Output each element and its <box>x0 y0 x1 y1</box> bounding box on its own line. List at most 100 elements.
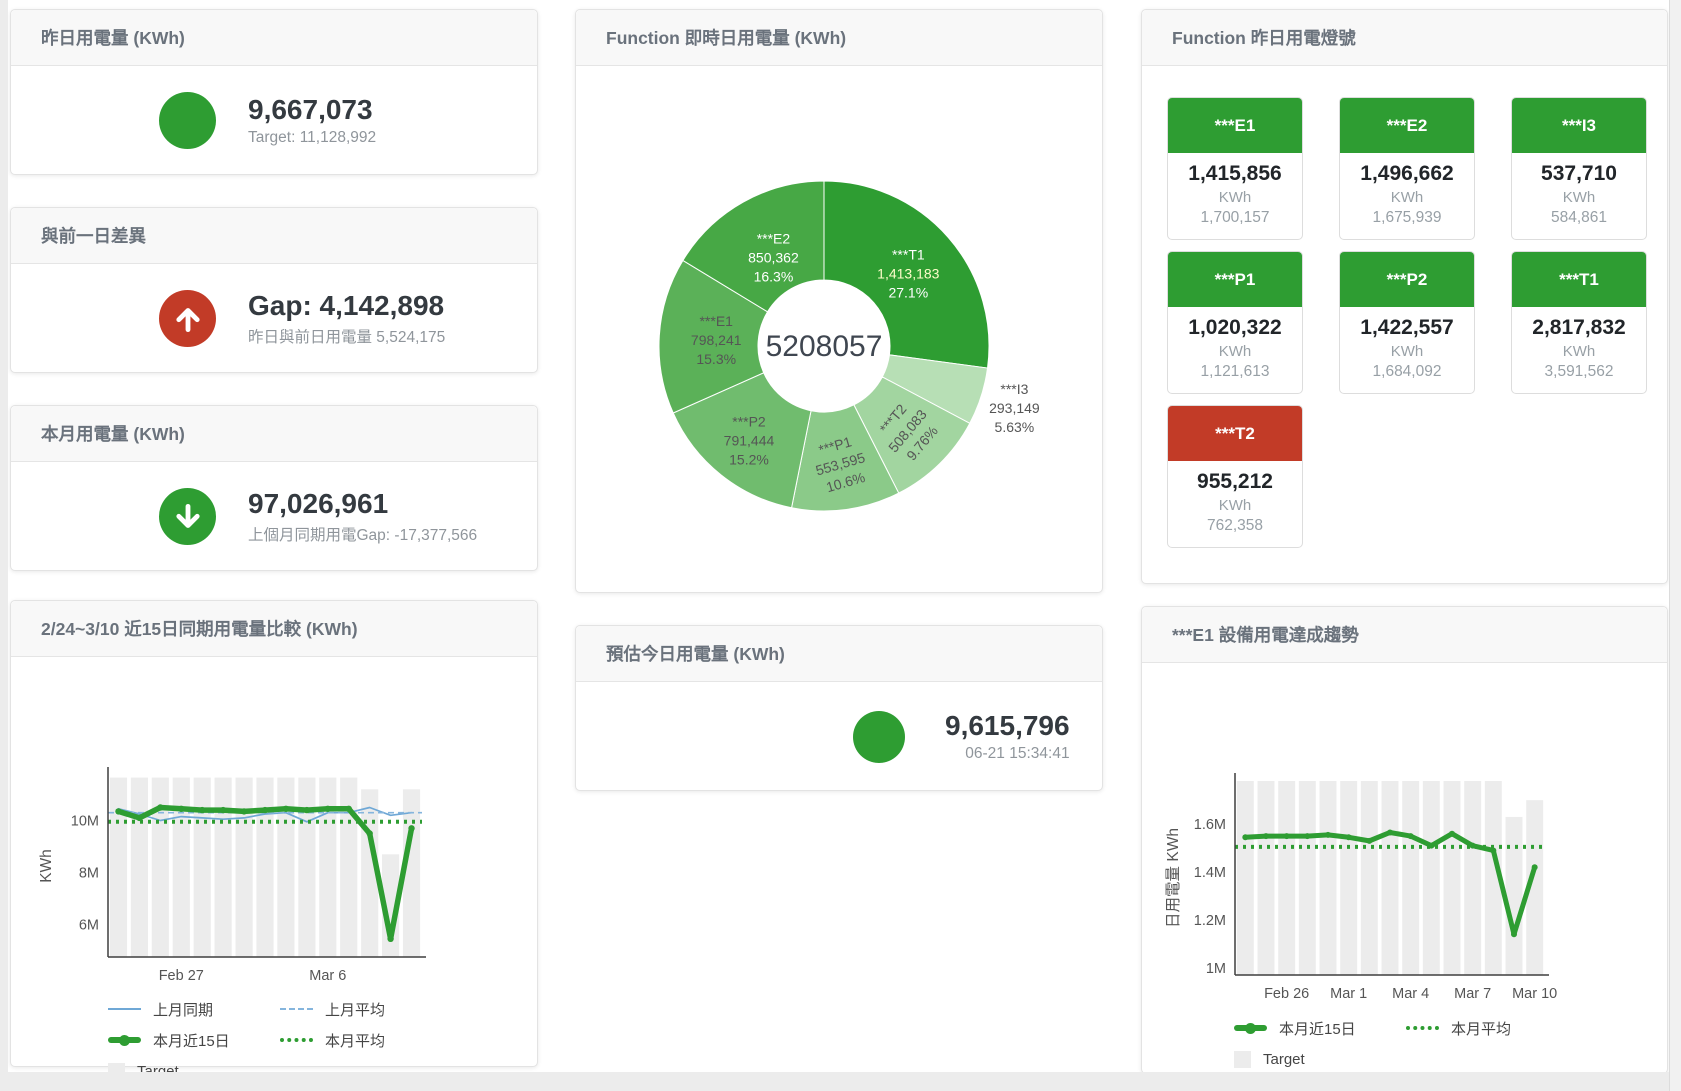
card-gap-previous-day: 與前一日差異 Gap: 4,142,898 昨日與前日用電量 5,524,175 <box>10 207 538 373</box>
series-point <box>1346 834 1352 840</box>
card-title: 本月用電量 (KWh) <box>11 406 537 462</box>
x-tick-label: Mar 7 <box>1454 986 1491 1002</box>
legend-item[interactable]: 本月平均 <box>1406 1016 1578 1040</box>
dashboard-page: 昨日用電量 (KWh) 9,667,073 Target: 11,128,992… <box>0 0 1681 1091</box>
card-title: 預估今日用電量 (KWh) <box>576 626 1102 682</box>
tile-value: 1,020,322 <box>1172 316 1298 340</box>
tile-label: ***P2 <box>1340 252 1474 307</box>
card-title-text: Function 即時日用電量 (KWh) <box>606 25 846 50</box>
series-point <box>220 807 226 813</box>
legend-swatch <box>108 1037 141 1043</box>
target-bar <box>256 778 273 957</box>
kpi-subtitle: 昨日與前日用電量 5,524,175 <box>248 325 445 347</box>
target-bar <box>1423 781 1440 975</box>
card-title-text: 昨日用電量 (KWh) <box>41 25 185 50</box>
target-bar <box>215 778 232 957</box>
card-title: ***E1 設備用電達成趨勢 <box>1142 607 1667 663</box>
tile-body: 2,817,832KWh3,591,562 <box>1512 307 1646 393</box>
donut-center-total: 5208057 <box>766 330 883 363</box>
series-point <box>1408 833 1414 839</box>
legend-swatch <box>280 1008 313 1010</box>
x-tick-label: Feb 26 <box>1264 986 1309 1002</box>
card-title: Function 即時日用電量 (KWh) <box>576 10 1102 66</box>
legend-label: 本月近15日 <box>153 1030 230 1051</box>
target-bar <box>1361 781 1378 975</box>
target-bar <box>1258 781 1275 975</box>
tile-target: 584,861 <box>1516 209 1642 227</box>
status-circle-icon <box>159 92 216 149</box>
y-tick-label: 8M <box>79 866 99 882</box>
x-tick-label: Mar 4 <box>1392 986 1429 1002</box>
target-bar <box>277 778 294 957</box>
arrow-up-icon <box>159 290 216 347</box>
series-point <box>1366 838 1372 844</box>
card-yesterday-usage: 昨日用電量 (KWh) 9,667,073 Target: 11,128,992 <box>10 9 538 175</box>
card-status-lights: Function 昨日用電燈號 ***E11,415,856KWh1,700,1… <box>1141 9 1668 584</box>
target-bar <box>173 778 190 957</box>
light-tile: ***P11,020,322KWh1,121,613 <box>1167 251 1303 394</box>
tile-label: ***I3 <box>1512 98 1646 153</box>
legend-label: 上月同期 <box>153 999 213 1020</box>
legend-label: 本月平均 <box>1451 1018 1511 1039</box>
kpi-timestamp: 06-21 15:34:41 <box>945 745 1070 763</box>
status-circle-icon <box>853 711 905 763</box>
kpi-subtitle: 上個月同期用電Gap: -17,377,566 <box>248 523 477 545</box>
kpi-value: 9,667,073 <box>248 94 376 126</box>
y-axis-label: 日用電量 KWh <box>1165 828 1182 928</box>
window-edge-bottom <box>0 1072 1681 1091</box>
target-bar <box>298 778 315 957</box>
series-point <box>1304 833 1310 839</box>
card-month-usage: 本月用電量 (KWh) 97,026,961 上個月同期用電Gap: -17,3… <box>10 405 538 571</box>
legend-label: 上月平均 <box>325 999 385 1020</box>
y-tick-label: 6M <box>79 918 99 934</box>
kpi-block: Gap: 4,142,898 昨日與前日用電量 5,524,175 <box>248 290 445 347</box>
trend-chart-legend: 本月近15日 本月平均 Target <box>1234 1016 1667 1071</box>
legend-item[interactable]: 上月同期 <box>108 997 280 1021</box>
tile-label: ***E1 <box>1168 98 1302 153</box>
legend-item[interactable]: 本月近15日 <box>1234 1016 1406 1040</box>
comparison-chart-legend: 上月同期上月平均本月近15日本月平均Target <box>108 997 537 1083</box>
target-bar <box>1506 817 1523 975</box>
target-bar <box>131 778 148 957</box>
card-title: 2/24~3/10 近15日同期用電量比較 (KWh) <box>11 601 537 657</box>
card-title-text: ***E1 設備用電達成趨勢 <box>1172 622 1359 647</box>
card-title-text: 本月用電量 (KWh) <box>41 421 185 446</box>
tile-label: ***T1 <box>1512 252 1646 307</box>
series-point <box>199 807 205 813</box>
series-point <box>262 807 268 813</box>
tile-target: 3,591,562 <box>1516 363 1642 381</box>
series-point <box>366 830 372 836</box>
target-bar <box>110 778 127 957</box>
y-tick-label: 10M <box>71 814 99 830</box>
donut-chart-canvas: ***T11,413,18327.1%***I3293,1495.63%***T… <box>576 66 1084 536</box>
legend-item[interactable]: 本月平均 <box>280 1028 452 1052</box>
series-point <box>115 808 121 814</box>
target-bar <box>1382 781 1399 975</box>
tile-body: 955,212KWh762,358 <box>1168 461 1302 547</box>
card-realtime-donut: Function 即時日用電量 (KWh) ***T11,413,18327.1… <box>575 9 1103 593</box>
legend-item[interactable]: 本月近15日 <box>108 1028 280 1052</box>
legend-item[interactable]: Target <box>1234 1047 1406 1071</box>
tile-label: ***P1 <box>1168 252 1302 307</box>
series-point <box>1284 833 1290 839</box>
scrollbar[interactable] <box>1669 0 1681 1091</box>
legend-label: 本月平均 <box>325 1030 385 1051</box>
card-title-text: 預估今日用電量 (KWh) <box>606 641 785 666</box>
tile-target: 1,684,092 <box>1344 363 1470 381</box>
series-point <box>1511 931 1517 937</box>
tile-body: 1,422,557 KWh 1,684,092 <box>1340 307 1474 393</box>
legend-swatch <box>1234 1025 1267 1031</box>
y-tick-label: 1.4M <box>1194 865 1226 881</box>
target-bar <box>235 778 252 957</box>
light-tile: ***P2 1,422,557 KWh 1,684,092 <box>1339 251 1475 394</box>
tile-unit: KWh <box>1344 343 1470 360</box>
tile-body: 1,020,322KWh1,121,613 <box>1168 307 1302 393</box>
tile-value: 1,422,557 <box>1344 316 1470 340</box>
target-bar <box>1340 781 1357 975</box>
series-point <box>408 825 414 831</box>
legend-item[interactable]: 上月平均 <box>280 997 452 1021</box>
tile-unit: KWh <box>1172 343 1298 360</box>
kpi-value: 9,615,796 <box>945 710 1070 742</box>
trend-chart-canvas: 1M1.2M1.4M1.6MFeb 26Mar 1Mar 4Mar 7Mar 1… <box>1142 663 1647 1008</box>
legend-swatch <box>1234 1051 1251 1068</box>
